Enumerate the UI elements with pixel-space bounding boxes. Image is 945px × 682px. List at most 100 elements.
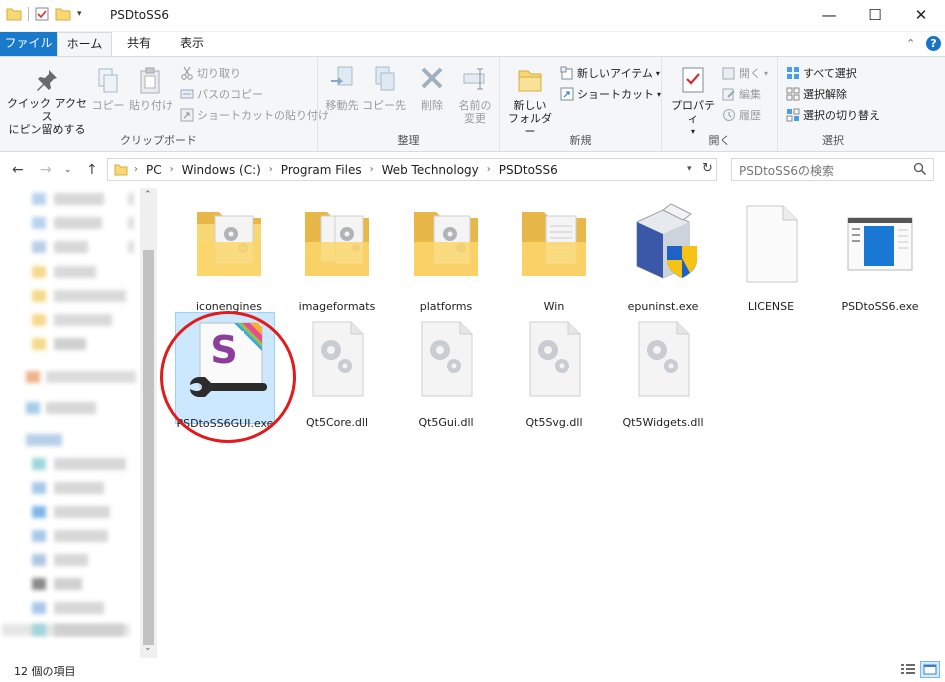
paste-shortcut-button[interactable]: ショートカットの貼り付け <box>180 107 329 123</box>
breadcrumb-psdtoss6[interactable]: PSDtoSS6 <box>499 163 558 177</box>
pin-quick-access-button[interactable]: クイック アクセス にピン留めする <box>6 67 88 136</box>
file-name: Qt5Svg.dll <box>525 416 583 429</box>
copy-to-label: コピー先 <box>362 99 406 112</box>
scroll-down-arrow-icon[interactable]: ⌄ <box>144 643 152 653</box>
group-clipboard: クイック アクセス にピン留めする コピー 貼り付け 切り取り パスのコピー シ… <box>0 57 329 151</box>
status-bar: 12 個の項目 <box>0 658 945 682</box>
organize-group-label: 整理 <box>397 134 420 147</box>
address-dropdown-icon[interactable]: ▾ <box>687 164 692 174</box>
folder-icon <box>114 164 128 175</box>
new-folder-button[interactable]: 新しい フォルダー <box>504 65 556 138</box>
breadcrumb-chevron-icon: › <box>268 164 273 175</box>
delete-button[interactable]: 削除 <box>412 65 452 112</box>
uninstaller-icon <box>636 203 697 279</box>
maximize-button[interactable]: ☐ <box>852 0 898 30</box>
file-item[interactable]: Qt5Core.dll <box>287 312 387 429</box>
scrollbar-thumb[interactable] <box>143 250 154 645</box>
rename-button[interactable]: 名前の 変更 <box>454 65 496 125</box>
navigation-pane: ⌃ ⌄ <box>0 188 157 658</box>
properties-button[interactable]: プロパティ ▾ <box>666 65 720 138</box>
file-item[interactable]: epuninst.exe <box>613 196 713 313</box>
up-arrow-icon[interactable]: ↑ <box>86 162 98 178</box>
navigation-scrollbar[interactable]: ⌃ ⌄ <box>140 188 157 658</box>
file-name: LICENSE <box>747 300 795 313</box>
help-icon[interactable]: ? <box>926 36 941 51</box>
document-icon <box>746 205 798 283</box>
history-label: 履歴 <box>739 109 761 122</box>
file-item[interactable]: Qt5Gui.dll <box>396 312 496 429</box>
select-none-button[interactable]: 選択解除 <box>786 86 847 102</box>
open-button[interactable]: 開く ▾ <box>722 65 768 81</box>
move-to-button[interactable]: 移動先 <box>322 65 362 112</box>
select-all-button[interactable]: すべて選択 <box>786 65 857 81</box>
scroll-up-arrow-icon[interactable]: ⌃ <box>144 190 152 200</box>
edit-label: 編集 <box>739 88 761 101</box>
back-arrow-icon[interactable]: ← <box>12 162 24 178</box>
address-bar[interactable]: › PC › Windows (C:) › Program Files › We… <box>107 158 717 181</box>
properties-check-icon[interactable] <box>35 7 49 21</box>
new-item-button[interactable]: 新しいアイテム ▾ <box>560 65 660 81</box>
ribbon: クイック アクセス にピン留めする コピー 貼り付け 切り取り パスのコピー シ… <box>0 56 945 152</box>
svg-text:S: S <box>210 328 237 372</box>
copy-path-label: パスのコピー <box>197 88 263 101</box>
copy-button[interactable]: コピー <box>88 67 128 112</box>
easy-access-button[interactable]: ショートカット ▾ <box>560 86 661 102</box>
file-item[interactable]: iconengines <box>179 196 279 313</box>
select-none-label: 選択解除 <box>803 88 847 101</box>
new-folder-icon[interactable] <box>55 7 71 21</box>
copy-path-icon <box>180 89 194 99</box>
group-organize: 移動先 コピー先 削除 名前の 変更 整理 <box>318 57 500 151</box>
copy-to-button[interactable]: コピー先 <box>362 65 406 112</box>
cut-label: 切り取り <box>197 67 241 80</box>
close-button[interactable]: ✕ <box>898 0 944 30</box>
dll-gear-icon <box>529 321 581 397</box>
cut-button[interactable]: 切り取り <box>180 65 241 81</box>
file-name: PSDtoSS6.exe <box>841 300 919 313</box>
file-list: iconengines imageformats platforms Win e… <box>157 188 945 658</box>
file-item[interactable]: platforms <box>396 196 496 313</box>
folder-icon <box>305 212 369 276</box>
tab-share[interactable]: 共有 <box>114 32 164 56</box>
invert-selection-label: 選択の切り替え <box>803 109 880 122</box>
minimize-button[interactable]: — <box>806 0 852 30</box>
details-view-icon[interactable] <box>900 662 916 676</box>
spritestudio-wrench-icon: S <box>190 322 267 397</box>
large-icons-view-icon[interactable] <box>920 661 940 678</box>
title-bar: ▾ PSDtoSS6 — ☐ ✕ <box>0 0 945 32</box>
breadcrumb-web-technology[interactable]: Web Technology <box>382 163 479 177</box>
tab-file[interactable]: ファイル <box>0 32 57 56</box>
new-group-label: 新規 <box>569 134 592 147</box>
file-item[interactable]: Win <box>504 196 604 313</box>
search-input[interactable]: PSDtoSS6の検索 <box>731 158 934 181</box>
group-new: 新しい フォルダー 新しいアイテム ▾ ショートカット ▾ 新規 <box>500 57 662 151</box>
file-item[interactable]: Qt5Widgets.dll <box>613 312 713 429</box>
file-item[interactable]: PSDtoSS6.exe <box>830 196 930 313</box>
recent-locations-chevron-icon[interactable]: ⌄ <box>64 165 72 175</box>
file-item[interactable]: LICENSE <box>721 196 821 313</box>
folder-icon <box>414 212 478 276</box>
ribbon-tabs: ファイル ホーム 共有 表示 <box>0 32 945 57</box>
edit-button[interactable]: 編集 <box>722 86 761 102</box>
file-name: PSDtoSS6GUI.exe <box>176 417 274 430</box>
collapse-ribbon-chevron-icon[interactable]: ⌃ <box>906 37 915 50</box>
history-button[interactable]: 履歴 <box>722 107 761 123</box>
new-folder-label-1: 新しい <box>513 99 547 112</box>
paste-button[interactable]: 貼り付け <box>128 67 174 112</box>
tab-view[interactable]: 表示 <box>166 32 218 56</box>
file-item-selected[interactable]: S PSDtoSS6GUI.exe <box>175 312 275 430</box>
breadcrumb-pc[interactable]: PC <box>146 163 162 177</box>
invert-selection-button[interactable]: 選択の切り替え <box>786 107 880 123</box>
refresh-icon[interactable]: ↻ <box>702 161 713 176</box>
window-title: PSDtoSS6 <box>110 8 170 22</box>
toolbar-separator <box>28 7 29 21</box>
customize-qat-chevron-icon[interactable]: ▾ <box>77 9 82 19</box>
breadcrumb-drive[interactable]: Windows (C:) <box>182 163 261 177</box>
tab-home[interactable]: ホーム <box>57 32 112 57</box>
file-item[interactable]: imageformats <box>287 196 387 313</box>
file-item[interactable]: Qt5Svg.dll <box>504 312 604 429</box>
quick-access-toolbar: ▾ <box>6 7 82 21</box>
copy-path-button[interactable]: パスのコピー <box>180 86 263 102</box>
forward-arrow-icon[interactable]: → <box>40 162 52 178</box>
delete-label: 削除 <box>421 99 443 112</box>
breadcrumb-program-files[interactable]: Program Files <box>281 163 362 177</box>
